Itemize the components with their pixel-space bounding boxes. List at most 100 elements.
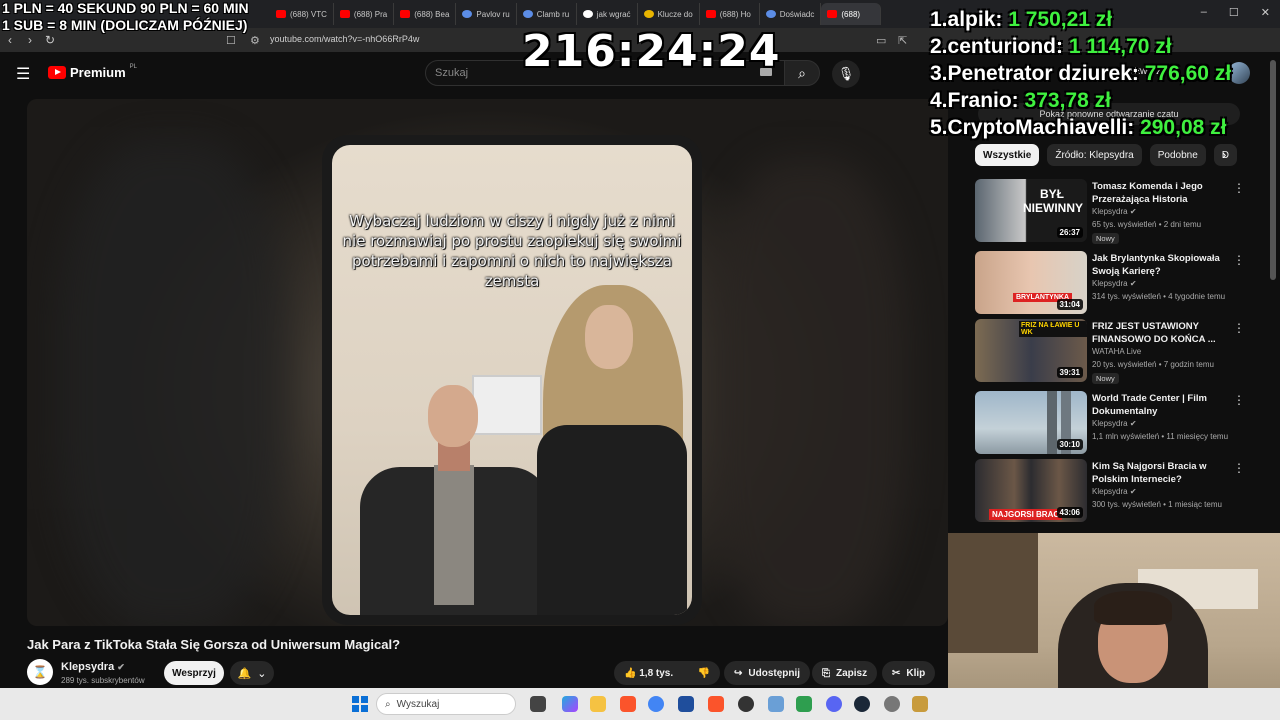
browser-tab[interactable]: Klucze do bbox=[638, 3, 700, 25]
browser-tab[interactable]: jak wgrać bbox=[577, 3, 638, 25]
scrollbar[interactable] bbox=[1270, 60, 1276, 280]
app-icon[interactable] bbox=[768, 696, 784, 712]
browser-tab[interactable]: Pavlov ru bbox=[456, 3, 517, 25]
like-button[interactable]: 👍 1,8 tys. bbox=[624, 668, 673, 679]
bookmark-icon[interactable]: ☐ bbox=[226, 34, 236, 47]
more-options-icon[interactable]: ⋮ bbox=[1233, 321, 1245, 335]
browser-tab[interactable]: (688) VTC bbox=[270, 3, 334, 25]
leaderboard-name: 2.centuriond: bbox=[930, 35, 1064, 58]
recommendation-channel: WATAHA Live bbox=[1092, 347, 1142, 356]
site-info-icon[interactable]: ⚙ bbox=[250, 34, 260, 47]
browser-tab[interactable]: (688) Ho bbox=[700, 3, 760, 25]
recommendation-title[interactable]: World Trade Center | Film Dokumentalny bbox=[1092, 392, 1237, 418]
recommendation-item[interactable]: BRYLANTYNKA 31:04 Jak Brylantynka Skopio… bbox=[975, 251, 1265, 315]
cast-icon[interactable]: ▭ bbox=[876, 34, 886, 47]
copilot-icon[interactable] bbox=[562, 696, 578, 712]
youtube-play-icon bbox=[48, 66, 66, 79]
browser-tab[interactable]: (688) Pra bbox=[334, 3, 395, 25]
chip-source[interactable]: Źródło: Klepsydra bbox=[1047, 144, 1142, 166]
tab-label: (688) Pra bbox=[353, 9, 388, 19]
taskbar-search[interactable]: ⌕ Wyszukaj bbox=[376, 693, 516, 715]
filter-chips: Wszystkie Źródło: Klepsydra Podobne D bbox=[975, 144, 1238, 166]
menu-icon[interactable]: ☰ bbox=[16, 64, 30, 84]
tower-shape bbox=[1047, 391, 1057, 454]
more-options-icon[interactable]: ⋮ bbox=[1233, 461, 1245, 475]
steam-icon[interactable] bbox=[854, 696, 870, 712]
recommendation-thumbnail[interactable]: 30:10 bbox=[975, 391, 1087, 454]
app-icon[interactable] bbox=[796, 696, 812, 712]
channel-name[interactable]: Klepsydra ✔ bbox=[61, 661, 125, 673]
browser-tab[interactable]: (688) Bea bbox=[394, 3, 457, 25]
chip-all[interactable]: Wszystkie bbox=[975, 144, 1040, 166]
video-duration: 26:37 bbox=[1056, 227, 1083, 238]
support-button[interactable]: Wesprzyj bbox=[164, 661, 224, 685]
brave-active-icon[interactable] bbox=[708, 696, 724, 712]
share-button[interactable]: ↪ Udostępnij bbox=[724, 661, 811, 685]
search-icon: ⌕ bbox=[798, 64, 806, 81]
donation-leaderboard: 1.alpik: 1 750,21 zł 2.centuriond: 1 114… bbox=[930, 6, 1231, 141]
browser-tab-active[interactable]: (688) bbox=[821, 3, 882, 25]
chevron-right-icon[interactable]: › bbox=[1222, 147, 1226, 162]
save-button[interactable]: ⎘ Zapisz bbox=[812, 661, 878, 685]
recommendation-thumbnail[interactable]: BRYLANTYNKA 31:04 bbox=[975, 251, 1087, 314]
recommendation-item[interactable]: NAJGORSI BRAC 43:06 Kim Są Najgorsi Brac… bbox=[975, 459, 1265, 523]
recommendation-item[interactable]: 30:10 World Trade Center | Film Dokument… bbox=[975, 391, 1265, 455]
man-shirt bbox=[434, 465, 474, 605]
leaderboard-row: 4.Franio: 373,78 zł bbox=[930, 87, 1231, 114]
recommendation-title[interactable]: Jak Brylantynka Skopiowała Swoją Karierę… bbox=[1092, 252, 1237, 278]
url-field[interactable]: youtube.com/watch?v=-nhO66RrP4w bbox=[270, 34, 419, 44]
brave-icon[interactable] bbox=[620, 696, 636, 712]
user-avatar[interactable] bbox=[1228, 62, 1250, 84]
recommendation-title[interactable]: Kim Są Najgorsi Bracia w Polskim Interne… bbox=[1092, 460, 1237, 486]
channel-avatar[interactable]: ⌛ bbox=[27, 659, 53, 685]
tab-label: Klucze do bbox=[657, 9, 693, 19]
search-button[interactable]: ⌕ bbox=[784, 60, 820, 86]
video-duration: 30:10 bbox=[1056, 439, 1083, 450]
back-icon[interactable]: ‹ bbox=[0, 33, 20, 47]
recommendation-title[interactable]: FRIZ JEST USTAWIONY FINANSOWO DO KOŃCA .… bbox=[1092, 320, 1237, 346]
recommendation-item[interactable]: BYŁ NIEWINNY 26:37 Tomasz Komenda i Jego… bbox=[975, 179, 1265, 244]
settings-icon[interactable] bbox=[884, 696, 900, 712]
game-icon[interactable] bbox=[912, 696, 928, 712]
leaderboard-amount: 1 114,70 zł bbox=[1068, 35, 1172, 58]
browser-tab[interactable]: Clamb ru bbox=[517, 3, 577, 25]
chrome-icon[interactable] bbox=[648, 696, 664, 712]
recommendation-thumbnail[interactable]: BYŁ NIEWINNY 26:37 bbox=[975, 179, 1087, 242]
more-options-icon[interactable]: ⋮ bbox=[1233, 181, 1245, 195]
leaderboard-name: 4.Franio: bbox=[930, 89, 1019, 112]
file-explorer-icon[interactable] bbox=[590, 696, 606, 712]
discord-icon[interactable] bbox=[826, 696, 842, 712]
recommendation-title[interactable]: Tomasz Komenda i Jego Przerażająca Histo… bbox=[1092, 180, 1237, 206]
windows-start-icon[interactable] bbox=[352, 696, 368, 712]
close-icon[interactable]: ✕ bbox=[1261, 6, 1270, 19]
more-options-icon[interactable]: ⋮ bbox=[1233, 253, 1245, 267]
clip-button[interactable]: ✂ Klip bbox=[882, 661, 936, 685]
reload-icon[interactable]: ↻ bbox=[40, 33, 60, 47]
chip-similar[interactable]: Podobne bbox=[1149, 144, 1206, 166]
notifications-button[interactable]: 🔔 ⌄ bbox=[230, 661, 274, 685]
recommendation-item[interactable]: FRIZ NA ŁAWIE U WK 39:31 FRIZ JEST USTAW… bbox=[975, 319, 1265, 384]
forward-icon[interactable]: › bbox=[20, 33, 40, 47]
more-options-icon[interactable]: ⋮ bbox=[1233, 393, 1245, 407]
voice-search-button[interactable]: 🎙 bbox=[832, 60, 860, 88]
store-icon[interactable] bbox=[678, 696, 694, 712]
recommendation-thumbnail[interactable]: FRIZ NA ŁAWIE U WK 39:31 bbox=[975, 319, 1087, 382]
leaderboard-amount: 776,60 zł bbox=[1144, 62, 1232, 85]
recommendation-meta: 314 tys. wyświetleń • 4 tygodnie temu bbox=[1092, 292, 1226, 301]
channel-text: Klepsydra bbox=[1092, 279, 1128, 288]
dislike-button[interactable]: 👎 bbox=[698, 668, 710, 679]
youtube-favicon-icon bbox=[276, 10, 286, 18]
site-favicon-icon bbox=[643, 10, 654, 18]
thumbnail-text: FRIZ NA ŁAWIE U WK bbox=[1019, 321, 1087, 337]
task-view-icon[interactable] bbox=[530, 696, 546, 712]
youtube-favicon-icon bbox=[705, 10, 716, 18]
like-dislike-group: 👍 1,8 tys. 👎 bbox=[614, 661, 720, 685]
tab-label: jak wgrać bbox=[596, 9, 631, 19]
webcam-door bbox=[948, 533, 1038, 653]
recommendation-thumbnail[interactable]: NAJGORSI BRAC 43:06 bbox=[975, 459, 1087, 522]
video-player[interactable]: Wybaczaj ludziom w ciszy i nigdy już z n… bbox=[27, 99, 948, 626]
share-page-icon[interactable]: ⇱ bbox=[898, 34, 907, 47]
browser-tab[interactable]: Doświadc bbox=[760, 3, 822, 25]
youtube-logo[interactable]: Premium PL bbox=[48, 64, 137, 80]
obs-icon[interactable] bbox=[738, 696, 754, 712]
